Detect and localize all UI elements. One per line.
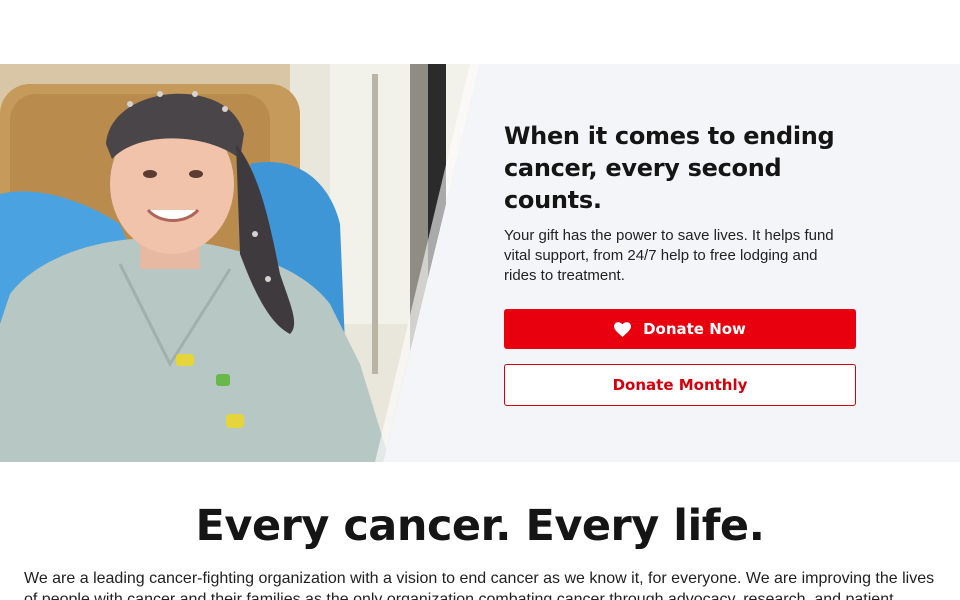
top-navigation-bar [0, 0, 960, 64]
donate-monthly-button[interactable]: Donate Monthly [504, 364, 856, 406]
heart-icon [614, 321, 632, 337]
patient-photo [0, 64, 480, 462]
donate-now-label: Donate Now [643, 320, 746, 338]
hero-banner: When it comes to ending cancer, every se… [0, 64, 960, 462]
hero-description: Your gift has the power to save lives. I… [504, 227, 834, 284]
donate-now-button[interactable]: Donate Now [504, 309, 856, 349]
hero-content: When it comes to ending cancer, every se… [504, 120, 864, 286]
donate-monthly-label: Donate Monthly [612, 376, 748, 394]
section-title: Every cancer. Every life. [195, 501, 765, 551]
hero-title: When it comes to ending cancer, every se… [504, 122, 835, 214]
section-description: We are a leading cancer-fighting organiz… [24, 570, 935, 600]
